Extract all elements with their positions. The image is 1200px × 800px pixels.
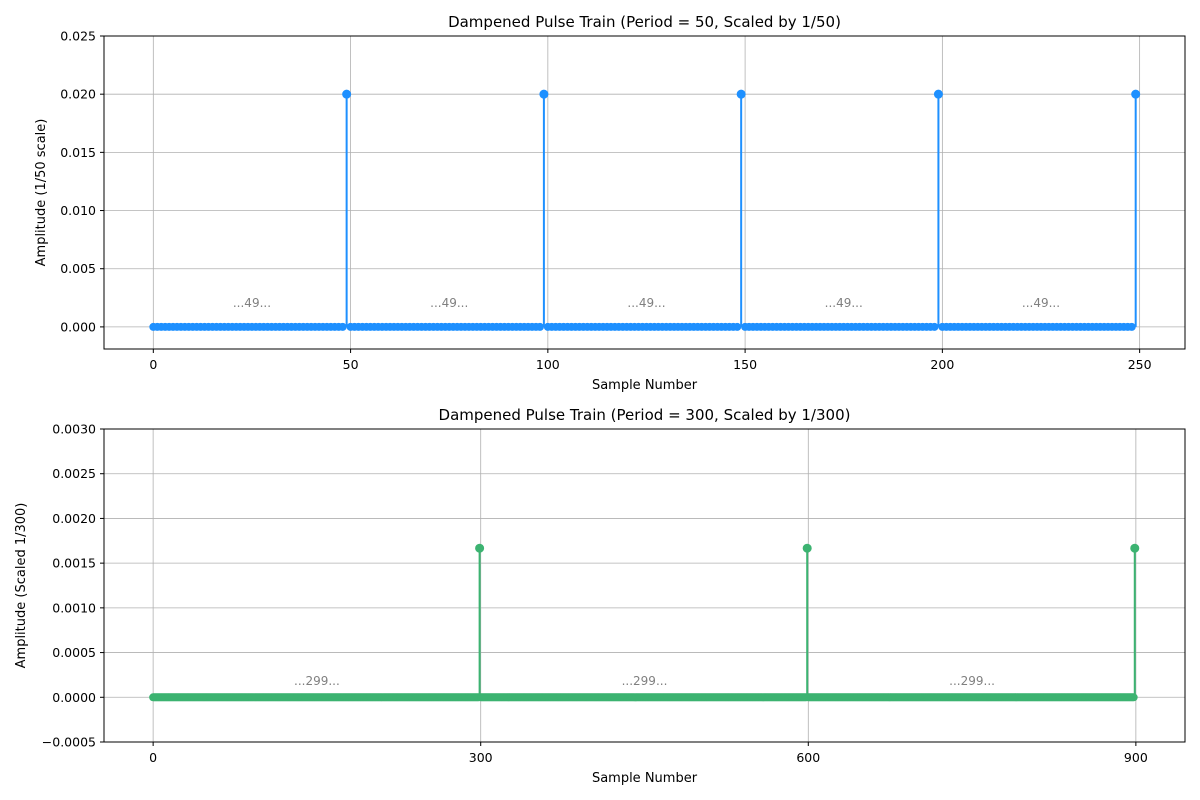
gap-annotation: ...49... <box>430 296 468 310</box>
gap-annotation: ...49... <box>825 296 863 310</box>
pulse-marker <box>1130 543 1140 553</box>
figure: ...49... ...49... ...49... ...49... ...49...… <box>14 13 1186 786</box>
x-tick-label: 300 <box>469 750 493 765</box>
pulse-marker <box>802 543 812 553</box>
x-tick-label: 900 <box>1124 750 1148 765</box>
pulse-marker <box>736 89 746 99</box>
pulse-marker <box>1131 89 1141 99</box>
gap-annotation: ...49... <box>1022 296 1060 310</box>
x-tick-label: 150 <box>733 357 757 372</box>
x-tick-label: 50 <box>343 357 359 372</box>
gap-annotation: ...49... <box>627 296 665 310</box>
y-tick-label: 0.0030 <box>52 422 96 437</box>
y-tick-label: −0.0005 <box>42 735 96 750</box>
y-tick-label: 0.0005 <box>52 645 96 660</box>
gap-annotation: ...299... <box>949 674 995 688</box>
y-tick-label: 0.0015 <box>52 556 96 571</box>
y-tick-label: 0.015 <box>60 145 96 160</box>
chart-period-300: ...299... ...299... ...299... 0 300 600 900 −0.… <box>14 406 1186 786</box>
gap-annotation: ...49... <box>233 296 271 310</box>
chart-title: Dampened Pulse Train (Period = 50, Scale… <box>448 13 841 31</box>
gap-annotation: ...299... <box>622 674 668 688</box>
y-axis-label: Amplitude (1/50 scale) <box>34 119 49 267</box>
chart-period-50: ...49... ...49... ...49... ...49... ...49...… <box>34 13 1186 393</box>
x-tick-label: 0 <box>149 357 157 372</box>
y-tick-label: 0.0000 <box>52 690 96 705</box>
x-tick-label: 250 <box>1128 357 1152 372</box>
y-tick-label: 0.025 <box>60 29 96 44</box>
pulse-marker <box>475 543 485 553</box>
chart-title: Dampened Pulse Train (Period = 300, Scal… <box>439 406 851 424</box>
baseline-marker <box>535 322 544 331</box>
y-tick-label: 0.005 <box>60 261 96 276</box>
x-axis-label: Sample Number <box>592 771 698 786</box>
x-tick-label: 0 <box>149 750 157 765</box>
baseline-marker <box>338 322 347 331</box>
pulse-marker <box>539 89 549 99</box>
pulse-marker <box>933 89 943 99</box>
baseline-marker <box>733 322 742 331</box>
y-tick-label: 0.000 <box>60 319 96 334</box>
gap-annotation: ...299... <box>294 674 340 688</box>
y-tick-label: 0.0020 <box>52 511 96 526</box>
x-tick-label: 100 <box>536 357 560 372</box>
y-axis-label: Amplitude (Scaled 1/300) <box>14 503 29 669</box>
y-tick-label: 0.020 <box>60 87 96 102</box>
y-tick-label: 0.0010 <box>52 600 96 615</box>
x-axis-label: Sample Number <box>592 378 698 393</box>
x-tick-label: 600 <box>796 750 820 765</box>
y-tick-label: 0.010 <box>60 203 96 218</box>
baseline-marker <box>1129 693 1138 702</box>
baseline-marker <box>930 322 939 331</box>
y-tick-label: 0.0025 <box>52 466 96 481</box>
pulse-marker <box>342 89 352 99</box>
x-tick-label: 200 <box>930 357 954 372</box>
baseline-marker <box>1127 322 1136 331</box>
